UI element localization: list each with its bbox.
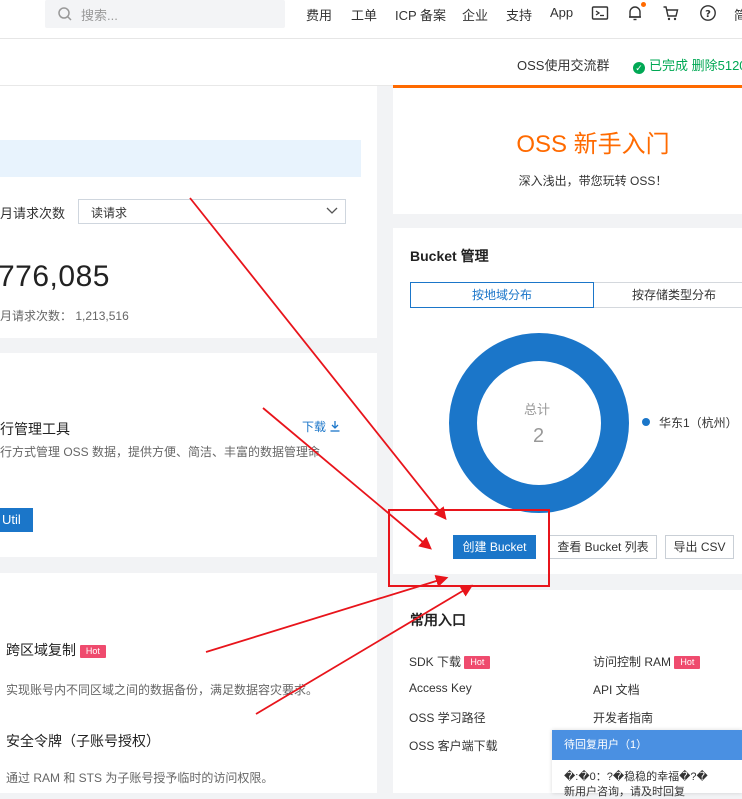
- entry-access-key[interactable]: Access Key: [409, 681, 472, 695]
- bucket-title: Bucket 管理: [410, 248, 489, 264]
- entry-label: SDK 下载: [409, 655, 462, 669]
- util-button[interactable]: Util: [0, 508, 33, 532]
- feature-desc-cross-region: 实现账号内不同区域之间的数据备份，满足数据容灾要求。: [6, 683, 319, 697]
- chat-message-hint: 新用户咨询，请及时回复: [564, 786, 685, 798]
- cart-icon[interactable]: [662, 4, 680, 22]
- create-bucket-button[interactable]: 创建 Bucket: [453, 535, 536, 559]
- bell-icon[interactable]: [626, 2, 646, 22]
- entry-api-docs[interactable]: API 文档: [593, 681, 640, 698]
- svg-text:?: ?: [705, 9, 711, 20]
- chevron-down-icon: [326, 207, 338, 214]
- region-donut-chart: [449, 333, 629, 513]
- hot-badge: Hot: [464, 656, 491, 669]
- feature-title-cross-region[interactable]: 跨区域复制 Hot: [6, 640, 106, 660]
- entry-ram[interactable]: 访问控制 RAM Hot: [593, 653, 701, 670]
- last-month-label: 月请求次数：: [0, 309, 73, 323]
- terminal-icon[interactable]: [591, 4, 609, 22]
- help-icon[interactable]: ?: [699, 4, 717, 22]
- nav-billing[interactable]: 费用: [306, 5, 332, 24]
- oss-group-link[interactable]: OSS使用交流群: [517, 55, 609, 74]
- entry-dev-guide[interactable]: 开发者指南: [593, 709, 653, 726]
- sub-header: [0, 39, 742, 86]
- download-text: 下载: [302, 420, 327, 434]
- hot-badge: Hot: [674, 656, 701, 669]
- nav-icp[interactable]: ICP 备案: [395, 5, 446, 24]
- hot-badge: Hot: [79, 645, 106, 658]
- task-status[interactable]: ✓ 已完成 删除5120: [633, 55, 742, 74]
- nav-enterprise[interactable]: 企业: [462, 5, 488, 24]
- feature-title-sts[interactable]: 安全令牌（子账号授权）: [6, 731, 160, 751]
- entry-client-download[interactable]: OSS 客户端下载: [409, 737, 498, 754]
- nav-support[interactable]: 支持: [506, 5, 532, 24]
- oss-intro-title[interactable]: OSS 新手入门: [393, 124, 742, 159]
- nav-app[interactable]: App: [550, 5, 573, 20]
- feature-desc-sts: 通过 RAM 和 STS 为子账号授予临时的访问权限。: [6, 771, 274, 785]
- last-month-value: 1,213,516: [75, 309, 129, 323]
- nav-tickets[interactable]: 工单: [351, 5, 377, 24]
- download-icon: [330, 421, 340, 432]
- task-status-text: 已完成 删除5120: [649, 58, 742, 73]
- request-type-value: 读请求: [91, 206, 128, 220]
- request-type-select[interactable]: 读请求: [78, 199, 346, 224]
- last-month-requests: 月请求次数： 1,213,516: [0, 307, 129, 324]
- tab-by-storage-type[interactable]: 按存储类型分布: [594, 282, 742, 308]
- entries-title: 常用入口: [410, 612, 466, 628]
- entry-label: 访问控制 RAM: [593, 655, 672, 669]
- search-icon: [58, 7, 72, 21]
- tool-description: 行方式管理 OSS 数据，提供方便、简洁、丰富的数据管理命: [0, 445, 321, 459]
- nav-overflow-item[interactable]: 简: [734, 5, 742, 21]
- chat-popup[interactable]: 待回复用户（1） �:�0：?�稳稳的幸福�?� 新用户咨询，请及时回复: [552, 730, 742, 798]
- export-csv-button[interactable]: 导出 CSV: [665, 535, 734, 559]
- info-banner: [0, 140, 361, 177]
- chat-message-user: �:�0：?�稳稳的幸福�?�: [564, 771, 708, 783]
- search-box[interactable]: 搜索...: [45, 0, 285, 28]
- legend-dot: [642, 418, 650, 426]
- chat-header[interactable]: 待回复用户（1）: [552, 730, 742, 760]
- oss-intro-subtitle: 深入浅出，带您玩转 OSS！: [518, 174, 668, 188]
- check-circle-icon: ✓: [633, 62, 645, 74]
- request-count-value: 776,085: [0, 260, 110, 293]
- request-count-label: 月请求次数: [0, 206, 66, 221]
- entry-sdk-download[interactable]: SDK 下载 Hot: [409, 653, 491, 670]
- download-link[interactable]: 下载: [302, 418, 341, 435]
- feature-name: 跨区域复制: [6, 642, 76, 658]
- donut-total-label: 总计: [524, 402, 551, 417]
- donut-total-value: 2: [533, 425, 545, 447]
- tool-title: 行管理工具: [0, 421, 70, 437]
- search-input[interactable]: 搜索...: [81, 5, 118, 24]
- entry-learning-path[interactable]: OSS 学习路径: [409, 709, 486, 726]
- notification-dot: [641, 2, 646, 7]
- tab-by-region[interactable]: 按地域分布: [410, 282, 594, 308]
- legend-hangzhou: 华东1（杭州）: [659, 416, 738, 430]
- view-bucket-list-button[interactable]: 查看 Bucket 列表: [549, 535, 657, 559]
